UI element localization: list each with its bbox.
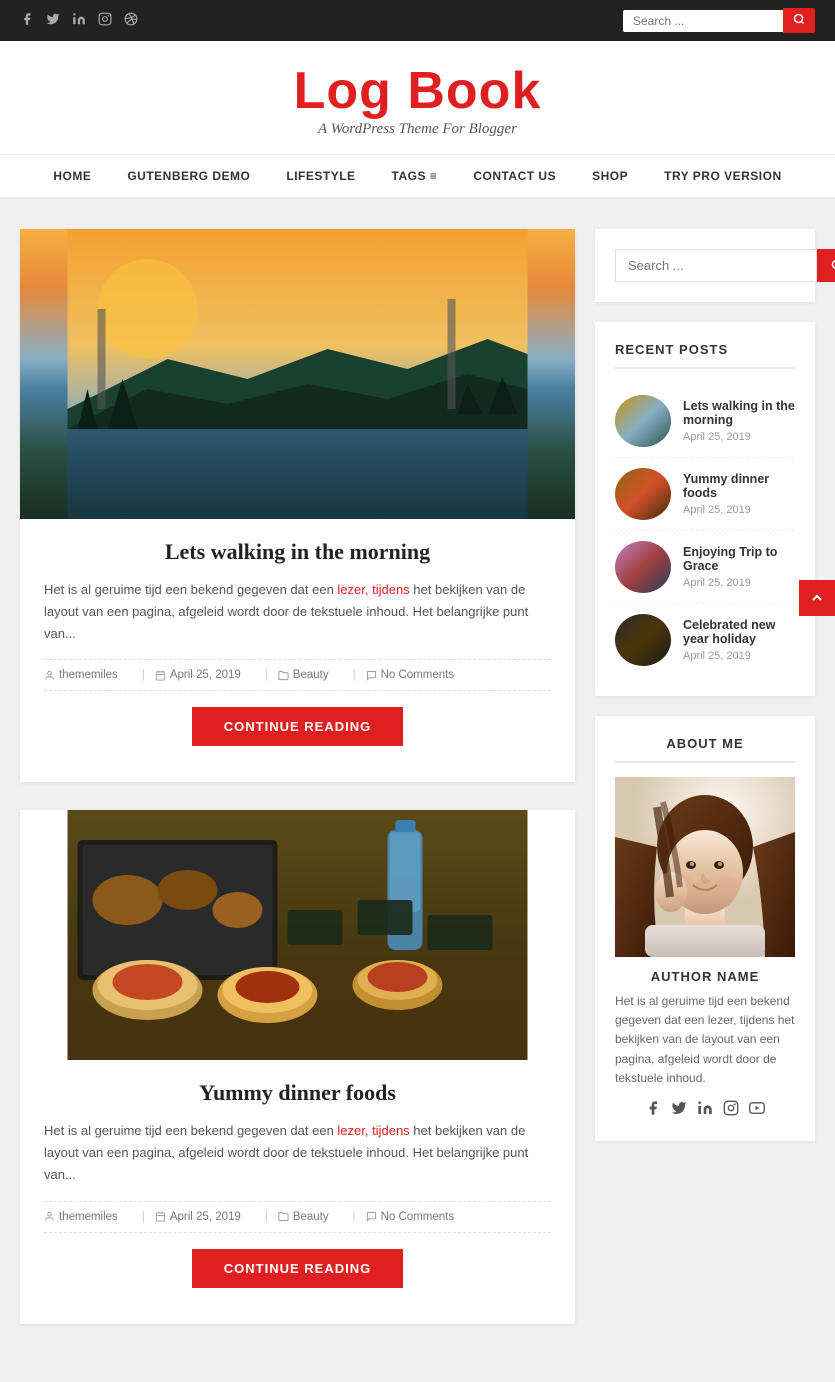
post-2-date: April 25, 2019 (155, 1211, 268, 1223)
post-2-meta: thememiles April 25, 2019 Beauty No Comm… (44, 1201, 551, 1233)
sidebar-search-widget (595, 229, 815, 302)
social-linkedin[interactable] (72, 12, 86, 30)
recent-post-item-2: Yummy dinner foods April 25, 2019 (615, 458, 795, 531)
top-bar-social (20, 12, 138, 30)
about-social (615, 1100, 795, 1121)
post-2-category: Beauty (278, 1211, 356, 1223)
post-1-meta: thememiles April 25, 2019 Beauty No Comm… (44, 659, 551, 691)
post-card-1: Lets walking in the morning Het is al ge… (20, 229, 575, 782)
sidebar: RECENT POSTS Lets walking in the morning… (595, 229, 815, 1352)
nav-lifestyle[interactable]: LIFESTYLE (268, 155, 373, 197)
post-1-title: Lets walking in the morning (44, 539, 551, 565)
sidebar-about-widget: ABOUT ME (595, 716, 815, 1141)
sidebar-recent-posts-widget: RECENT POSTS Lets walking in the morning… (595, 322, 815, 696)
recent-post-date-4: April 25, 2019 (683, 650, 795, 662)
page-wrapper: Lets walking in the morning Het is al ge… (0, 199, 835, 1382)
nav-pro[interactable]: TRY PRO VERSION (646, 155, 800, 197)
post-1-category: Beauty (278, 669, 356, 681)
post-1-comments: No Comments (366, 669, 465, 681)
top-bar-search-input[interactable] (623, 10, 783, 32)
about-social-facebook[interactable] (645, 1100, 661, 1121)
post-card-2: Yummy dinner foods Het is al geruime tij… (20, 810, 575, 1323)
recent-post-date-1: April 25, 2019 (683, 431, 795, 443)
nav-contact[interactable]: CONTACT US (455, 155, 574, 197)
sidebar-search-form (615, 249, 795, 282)
sidebar-search-input[interactable] (615, 249, 817, 282)
post-2-body: Yummy dinner foods Het is al geruime tij… (20, 1060, 575, 1323)
recent-post-title-2: Yummy dinner foods (683, 472, 795, 500)
recent-post-item-3: Enjoying Trip to Grace April 25, 2019 (615, 531, 795, 604)
post-1-body: Lets walking in the morning Het is al ge… (20, 519, 575, 782)
recent-post-date-2: April 25, 2019 (683, 504, 795, 516)
social-dribbble[interactable] (124, 12, 138, 30)
nav-home[interactable]: HOME (35, 155, 109, 197)
post-1-date: April 25, 2019 (155, 669, 268, 681)
about-social-instagram[interactable] (723, 1100, 739, 1121)
post-1-continue-wrap: CONTINUE READING (44, 707, 551, 766)
about-title: ABOUT ME (615, 736, 795, 763)
post-2-continue-button[interactable]: CONTINUE READING (192, 1249, 403, 1288)
social-instagram[interactable] (98, 12, 112, 30)
top-bar (0, 0, 835, 41)
post-2-comments: No Comments (366, 1211, 465, 1223)
about-social-linkedin[interactable] (697, 1100, 713, 1121)
top-bar-search-button[interactable] (783, 8, 815, 33)
recent-post-thumb-4 (615, 614, 671, 666)
main-nav: HOME GUTENBERG DEMO LIFESTYLE TAGS ≡ CON… (0, 155, 835, 199)
recent-post-item-1: Lets walking in the morning April 25, 20… (615, 385, 795, 458)
sidebar-search-button[interactable] (817, 249, 835, 282)
post-1-continue-button[interactable]: CONTINUE READING (192, 707, 403, 746)
recent-post-info-2: Yummy dinner foods April 25, 2019 (683, 472, 795, 516)
top-bar-search-form (623, 8, 815, 33)
social-facebook[interactable] (20, 12, 34, 30)
recent-post-item-4: Celebrated new year holiday April 25, 20… (615, 604, 795, 676)
author-name: AUTHOR NAME (615, 969, 795, 984)
nav-gutenberg[interactable]: GUTENBERG DEMO (109, 155, 268, 197)
recent-post-info-1: Lets walking in the morning April 25, 20… (683, 399, 795, 443)
site-header: Log Book A WordPress Theme For Blogger (0, 41, 835, 155)
post-1-image (20, 229, 575, 519)
recent-post-title-1: Lets walking in the morning (683, 399, 795, 427)
site-title: Log Book (20, 65, 815, 117)
recent-post-info-3: Enjoying Trip to Grace April 25, 2019 (683, 545, 795, 589)
about-author-photo (615, 777, 795, 957)
post-2-continue-wrap: CONTINUE READING (44, 1249, 551, 1308)
post-2-image (20, 810, 575, 1060)
recent-post-title-4: Celebrated new year holiday (683, 618, 795, 646)
post-2-excerpt-link[interactable]: lezer, tijdens (337, 1123, 409, 1138)
post-1-excerpt-link[interactable]: lezer, tijdens (337, 582, 409, 597)
post-2-excerpt: Het is al geruime tijd een bekend gegeve… (44, 1120, 551, 1186)
post-2-title: Yummy dinner foods (44, 1080, 551, 1106)
scroll-to-top-button[interactable] (799, 580, 835, 616)
site-tagline: A WordPress Theme For Blogger (20, 121, 815, 138)
main-content: Lets walking in the morning Het is al ge… (20, 229, 575, 1352)
recent-post-thumb-1 (615, 395, 671, 447)
post-1-excerpt: Het is al geruime tijd een bekend gegeve… (44, 579, 551, 645)
social-twitter[interactable] (46, 12, 60, 30)
recent-post-info-4: Celebrated new year holiday April 25, 20… (683, 618, 795, 662)
post-2-author: thememiles (44, 1211, 145, 1223)
author-bio: Het is al geruime tijd een bekend gegeve… (615, 992, 795, 1088)
recent-posts-title: RECENT POSTS (615, 342, 795, 369)
about-social-youtube[interactable] (749, 1100, 765, 1121)
post-1-author: thememiles (44, 669, 145, 681)
recent-post-thumb-2 (615, 468, 671, 520)
nav-tags[interactable]: TAGS ≡ (374, 155, 456, 197)
recent-post-date-3: April 25, 2019 (683, 577, 795, 589)
nav-shop[interactable]: SHOP (574, 155, 646, 197)
about-social-twitter[interactable] (671, 1100, 687, 1121)
recent-post-title-3: Enjoying Trip to Grace (683, 545, 795, 573)
recent-post-thumb-3 (615, 541, 671, 593)
